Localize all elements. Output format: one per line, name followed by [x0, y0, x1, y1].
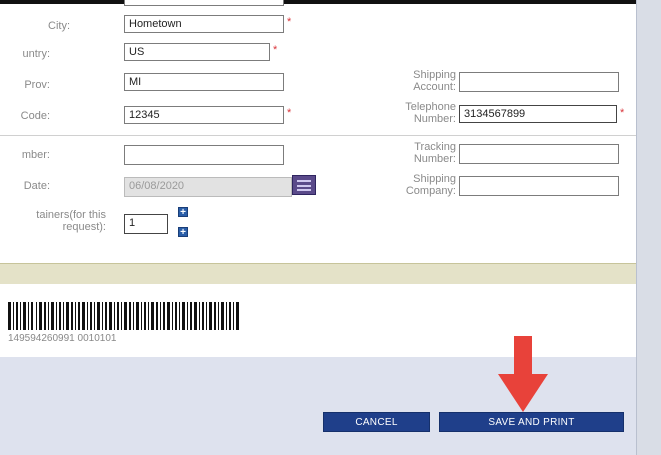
section-band — [0, 263, 636, 285]
arrow-down-icon — [498, 336, 548, 412]
shipping-company-label: Shipping Company: — [370, 173, 456, 197]
shipping-company-input[interactable] — [459, 176, 619, 196]
tracking-label: Tracking Number: — [370, 141, 456, 165]
city-label: City: — [48, 20, 70, 32]
containers-label-line2: request): — [62, 221, 106, 233]
tracking-label-line1: Tracking — [414, 141, 456, 153]
shipping-account-label-line1: Shipping — [413, 69, 456, 81]
right-scroll-area — [637, 0, 661, 455]
containers-label-line1: tainers(for this — [36, 209, 106, 221]
shipping-account-label-line2: Account: — [413, 81, 456, 93]
window-top-edge — [0, 0, 661, 4]
tracking-label-line2: Number: — [413, 153, 456, 165]
tracking-number-input[interactable] — [459, 144, 619, 164]
telephone-label-line2: Number: — [413, 113, 456, 125]
postal-code-input[interactable]: 12345 — [124, 106, 284, 124]
calendar-icon[interactable] — [292, 175, 316, 195]
section-divider — [0, 135, 636, 136]
increment-icon[interactable]: + — [178, 207, 188, 218]
telephone-label-line1: Telephone — [405, 101, 456, 113]
date-label: Date: — [23, 180, 50, 192]
containers-label: tainers(for this request): — [0, 209, 106, 233]
required-mark: * — [287, 16, 292, 28]
barcode-number: 149594260991 0010101 — [8, 333, 117, 344]
shipping-account-label: Shipping Account: — [370, 69, 456, 93]
shipping-account-input[interactable] — [459, 72, 619, 92]
postal-code-label: Code: — [20, 110, 50, 122]
province-input[interactable]: MI — [124, 73, 284, 91]
cancel-button[interactable]: CANCEL — [323, 412, 430, 432]
shipping-company-label-line1: Shipping — [413, 173, 456, 185]
province-label: Prov: — [24, 79, 50, 91]
date-input: 06/08/2020 — [124, 177, 292, 197]
required-mark: * — [620, 107, 625, 119]
address-field[interactable] — [124, 0, 284, 6]
required-mark: * — [273, 44, 278, 56]
containers-input[interactable]: 1 — [124, 214, 168, 234]
required-mark: * — [287, 107, 292, 119]
telephone-label: Telephone Number: — [370, 101, 456, 125]
number-label: mber: — [21, 149, 50, 161]
country-label: untry: — [22, 48, 50, 60]
number-input[interactable] — [124, 145, 284, 165]
barcode-image — [8, 302, 239, 330]
country-input[interactable]: US — [124, 43, 270, 61]
save-and-print-button[interactable]: SAVE AND PRINT — [439, 412, 624, 432]
shipping-company-label-line2: Company: — [405, 185, 456, 197]
decrement-icon[interactable]: + — [178, 227, 188, 238]
city-input[interactable]: Hometown — [124, 15, 284, 33]
telephone-input[interactable]: 3134567899 — [459, 105, 617, 123]
